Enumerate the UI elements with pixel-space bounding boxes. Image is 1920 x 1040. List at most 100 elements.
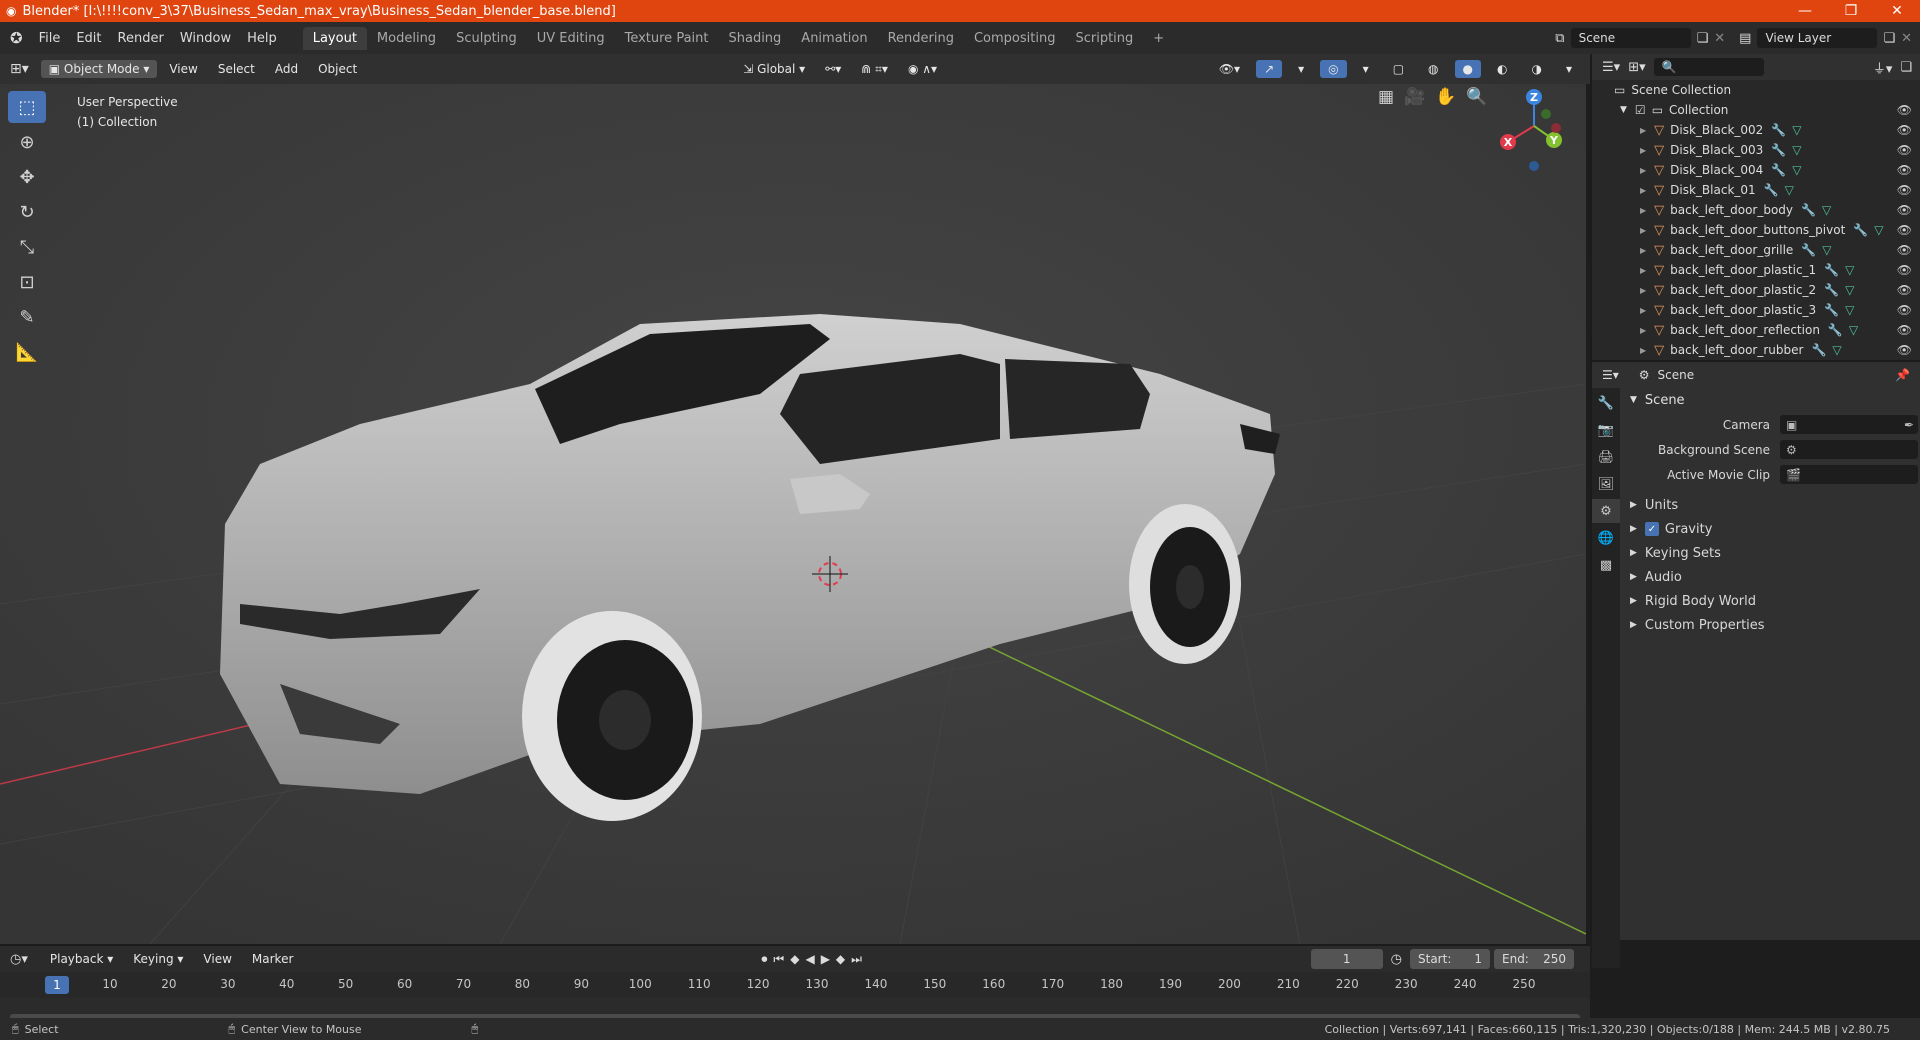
audio-panel[interactable]: ▶ Audio	[1620, 565, 1920, 589]
eye-icon[interactable]: 👁	[1897, 243, 1912, 257]
new-scene-icon[interactable]: ❏	[1697, 31, 1709, 46]
eye-icon[interactable]: 👁	[1897, 343, 1912, 357]
eye-icon[interactable]: 👁	[1897, 283, 1912, 297]
proportional-edit-icon[interactable]: ◉ ∧▾	[900, 60, 945, 78]
record-icon[interactable]: ⏺	[761, 952, 767, 967]
outliner-item[interactable]: ▶ ▽ back_left_door_reflection 🔧 ▽ 👁	[1592, 320, 1920, 340]
mesh-data-icon[interactable]: ▽	[1792, 143, 1801, 157]
measure-tool-icon[interactable]: 📐	[8, 336, 46, 368]
grid-view-icon[interactable]: ▦	[1378, 87, 1394, 107]
collapse-arrow-icon[interactable]: ▼	[1620, 105, 1627, 115]
modifier-wrench-icon[interactable]: 🔧	[1824, 303, 1839, 317]
modifier-wrench-icon[interactable]: 🔧	[1801, 243, 1816, 257]
eyedropper-icon[interactable]: ✒	[1904, 418, 1914, 432]
auto-keying-clock-icon[interactable]: ◷	[1391, 952, 1402, 967]
gizmo-dropdown-icon[interactable]: ▾	[1290, 60, 1312, 78]
camera-view-icon[interactable]: 🎥	[1404, 87, 1425, 107]
select-box-tool-icon[interactable]: ⬚	[8, 91, 46, 123]
tab-rendering[interactable]: Rendering	[878, 27, 964, 50]
move-tool-icon[interactable]: ✥	[8, 161, 46, 193]
camera-field[interactable]: ▣ ✒	[1780, 415, 1918, 434]
pivot-point-icon[interactable]: ⚯▾	[817, 60, 849, 78]
expand-arrow-icon[interactable]: ▶	[1640, 306, 1646, 315]
minimize-button[interactable]: —	[1782, 0, 1828, 22]
outliner-item[interactable]: ▶ ▽ Disk_Black_004 🔧 ▽ 👁	[1592, 160, 1920, 180]
orientation-dropdown[interactable]: ⇲ Global ▾	[735, 60, 813, 78]
expand-arrow-icon[interactable]: ▶	[1640, 226, 1646, 235]
close-button[interactable]: ✕	[1874, 0, 1920, 22]
expand-arrow-icon[interactable]: ▶	[1640, 146, 1646, 155]
play-reverse-icon[interactable]: ◀	[805, 952, 814, 967]
mesh-data-icon[interactable]: ▽	[1822, 203, 1831, 217]
scene-panel-header[interactable]: ▼ Scene	[1620, 388, 1920, 412]
eye-icon[interactable]: 👁	[1897, 143, 1912, 157]
menu-marker[interactable]: Marker	[244, 950, 301, 968]
play-icon[interactable]: ▶	[821, 952, 830, 967]
output-tab-icon[interactable]: 🖨	[1592, 445, 1620, 469]
mesh-data-icon[interactable]: ▽	[1845, 263, 1854, 277]
menu-render[interactable]: Render	[110, 31, 172, 46]
modifier-wrench-icon[interactable]: 🔧	[1801, 203, 1816, 217]
mesh-data-icon[interactable]: ▽	[1785, 183, 1794, 197]
expand-arrow-icon[interactable]: ▶	[1640, 246, 1646, 255]
menu-add[interactable]: Add	[267, 60, 306, 78]
eye-icon[interactable]: 👁	[1897, 103, 1912, 117]
mesh-data-icon[interactable]: ▽	[1832, 343, 1841, 357]
maximize-button[interactable]: ❐	[1828, 0, 1874, 22]
new-view-layer-icon[interactable]: ❏	[1883, 31, 1895, 46]
eye-icon[interactable]: 👁	[1897, 303, 1912, 317]
gravity-checkbox[interactable]: ✓	[1644, 522, 1659, 536]
expand-arrow-icon[interactable]: ▶	[1640, 126, 1646, 135]
overlay-toggle-icon[interactable]: ◎	[1320, 60, 1347, 78]
menu-view[interactable]: View	[161, 60, 205, 78]
outliner-editor-type-icon[interactable]: ☰▾	[1602, 60, 1620, 75]
pin-icon[interactable]: 📌	[1895, 368, 1910, 382]
expand-arrow-icon[interactable]: ▶	[1640, 186, 1646, 195]
tool-tab-icon[interactable]: 🔧	[1592, 391, 1620, 415]
mesh-data-icon[interactable]: ▽	[1845, 303, 1854, 317]
xray-icon[interactable]: ▢	[1385, 60, 1412, 78]
timeline-editor-type-icon[interactable]: ◷▾	[10, 952, 28, 967]
eye-icon[interactable]: 👁	[1897, 183, 1912, 197]
expand-arrow-icon[interactable]: ▶	[1640, 266, 1646, 275]
display-mode-icon[interactable]: ⊞▾	[1628, 60, 1645, 75]
filter-icon[interactable]: ⏚▾	[1873, 58, 1893, 77]
blender-menu-icon[interactable]: ✪	[10, 29, 23, 47]
render-tab-icon[interactable]: 📷	[1592, 418, 1620, 442]
menu-timeline-view[interactable]: View	[195, 950, 239, 968]
modifier-wrench-icon[interactable]: 🔧	[1764, 183, 1779, 197]
next-keyframe-icon[interactable]: ◆	[836, 952, 845, 967]
eye-icon[interactable]: 👁	[1897, 323, 1912, 337]
visibility-icon[interactable]: 👁▾	[1211, 60, 1248, 78]
mesh-data-icon[interactable]: ▽	[1874, 223, 1883, 237]
tab-modeling[interactable]: Modeling	[367, 27, 446, 50]
outliner-item[interactable]: ▶ ▽ back_left_door_rubber 🔧 ▽ 👁	[1592, 340, 1920, 360]
texture-tab-icon[interactable]: ▩	[1592, 553, 1620, 577]
eye-icon[interactable]: 👁	[1897, 123, 1912, 137]
outliner-item[interactable]: ▶ ▽ back_left_door_buttons_pivot 🔧 ▽ 👁	[1592, 220, 1920, 240]
expand-arrow-icon[interactable]: ▶	[1640, 346, 1646, 355]
zoom-view-icon[interactable]: 🔍	[1466, 87, 1487, 107]
outliner-item[interactable]: ▶ ▽ back_left_door_plastic_3 🔧 ▽ 👁	[1592, 300, 1920, 320]
menu-edit[interactable]: Edit	[68, 31, 109, 46]
menu-keying[interactable]: Keying ▾	[125, 950, 191, 968]
rigid-body-world-panel[interactable]: ▶ Rigid Body World	[1620, 589, 1920, 613]
snap-icon[interactable]: ⋒ ⌗▾	[853, 60, 896, 79]
start-frame-field[interactable]: Start: 1	[1410, 949, 1490, 969]
rotate-tool-icon[interactable]: ↻	[8, 196, 46, 228]
mesh-data-icon[interactable]: ▽	[1822, 243, 1831, 257]
expand-arrow-icon[interactable]: ▶	[1640, 206, 1646, 215]
custom-properties-panel[interactable]: ▶ Custom Properties	[1620, 613, 1920, 637]
eye-icon[interactable]: 👁	[1897, 223, 1912, 237]
collection-row[interactable]: ▼ ☑ ▭ Collection 👁	[1592, 100, 1920, 120]
outliner-item[interactable]: ▶ ▽ back_left_door_plastic_2 🔧 ▽ 👁	[1592, 280, 1920, 300]
end-frame-field[interactable]: End: 250	[1494, 949, 1574, 969]
timeline-ruler[interactable]: 1 10 20 30 40 50 60 70 80 90 100 110 120 130 140 150 160…	[0, 972, 1590, 998]
tab-sculpting[interactable]: Sculpting	[446, 27, 527, 50]
mesh-data-icon[interactable]: ▽	[1792, 123, 1801, 137]
expand-arrow-icon[interactable]: ▶	[1640, 286, 1646, 295]
tab-texture-paint[interactable]: Texture Paint	[615, 27, 719, 50]
modifier-wrench-icon[interactable]: 🔧	[1811, 343, 1826, 357]
menu-window[interactable]: Window	[172, 31, 239, 46]
mode-dropdown[interactable]: ▣ Object Mode ▾	[40, 60, 158, 78]
